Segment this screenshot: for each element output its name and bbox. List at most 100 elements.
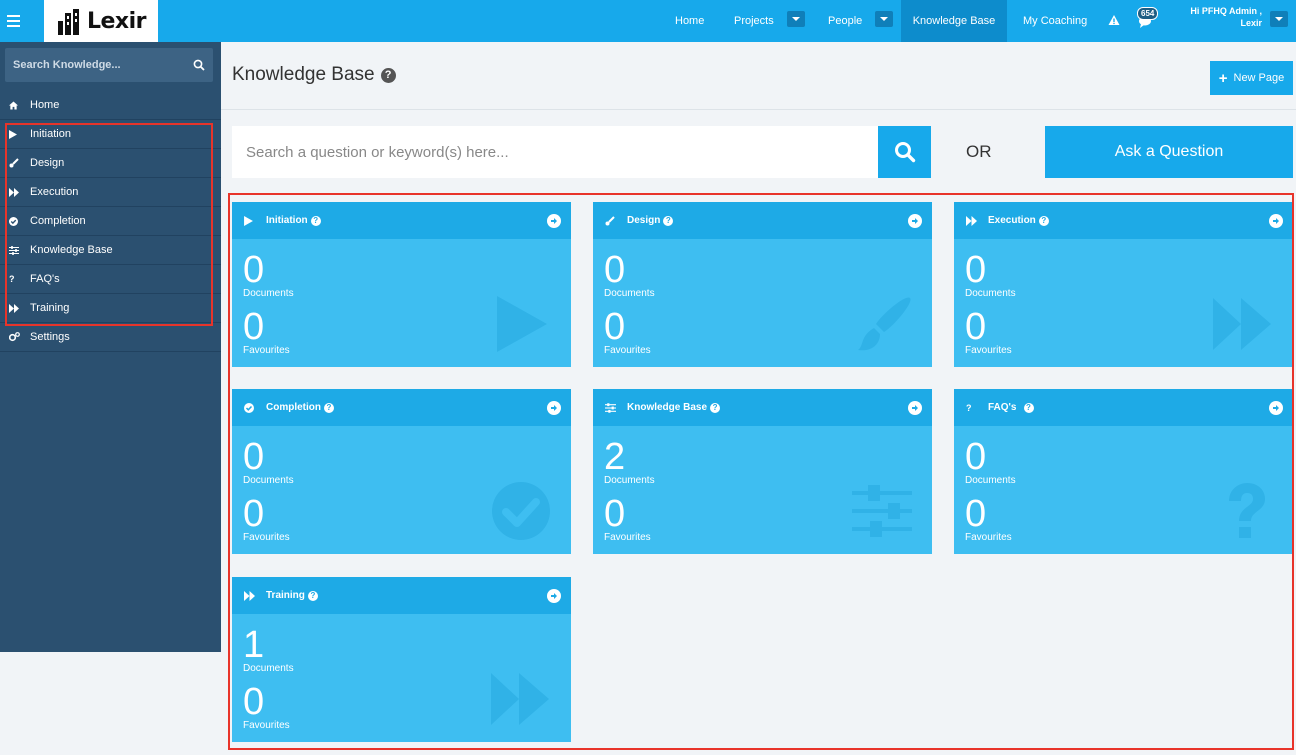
ask-question-button[interactable]: Ask a Question [1045, 126, 1293, 178]
nav-my-coaching[interactable]: My Coaching [1023, 0, 1087, 42]
hamburger-menu-icon[interactable] [0, 0, 26, 42]
play-icon [244, 215, 258, 226]
page-title: Knowledge Base ? [232, 64, 396, 86]
chevron-down-icon [1275, 17, 1283, 21]
card-initiation[interactable]: Initiation ? 0 Documents 0 Favourites [232, 202, 571, 367]
sidebar-item-knowledge-base[interactable]: Knowledge Base [0, 236, 221, 265]
arrow-right-icon[interactable] [547, 214, 561, 228]
sidebar-search-input[interactable] [13, 59, 183, 71]
or-separator: OR [966, 142, 992, 161]
check-circle-icon [492, 482, 550, 540]
sidebar-item-label: FAQ's [30, 273, 60, 285]
sidebar-item-settings[interactable]: Settings [0, 323, 221, 352]
card-title: Knowledge Base [627, 402, 708, 413]
sidebar-item-home[interactable]: Home [0, 91, 221, 120]
sliders-icon [852, 485, 912, 537]
warning-icon[interactable] [1108, 13, 1120, 31]
check-circle-icon [244, 402, 258, 413]
sliders-icon [9, 244, 22, 256]
sidebar-item-label: Settings [30, 331, 70, 343]
user-greeting[interactable]: Hi PFHQ Admin , Lexir [1170, 5, 1262, 29]
question-search-box [232, 126, 878, 178]
lexir-logo[interactable]: Lexir [44, 0, 158, 42]
card-title: Execution [988, 215, 1036, 226]
logo-text: Lexir [86, 8, 147, 34]
help-icon[interactable]: ? [1023, 402, 1034, 413]
question-icon: ? [966, 402, 972, 413]
arrow-right-icon[interactable] [908, 214, 922, 228]
sidebar-item-initiation[interactable]: Initiation [0, 120, 221, 149]
card-title: Training [266, 590, 305, 601]
card-completion[interactable]: Completion ? 0 Documents 0 Favourites [232, 389, 571, 554]
card-design[interactable]: Design ? 0 Documents 0 Favourites [593, 202, 932, 367]
nav-home[interactable]: Home [675, 0, 704, 42]
fast-forward-icon [9, 302, 22, 314]
brush-icon [858, 297, 911, 351]
documents-count: 1 [243, 624, 265, 666]
sidebar-item-label: Execution [30, 186, 79, 198]
help-icon[interactable]: ? [663, 215, 674, 226]
sidebar-nav-list: Home Initiation Design Execution Complet… [0, 91, 221, 352]
brush-icon [9, 157, 22, 169]
arrow-right-icon[interactable] [1269, 401, 1283, 415]
favourites-count: 0 [243, 306, 265, 348]
card-header[interactable]: Training ? [232, 577, 571, 614]
notification-badge[interactable]: 654 [1137, 7, 1159, 20]
documents-label: Documents [604, 475, 655, 486]
nav-projects[interactable]: Projects [734, 0, 774, 42]
help-icon[interactable]: ? [380, 67, 396, 83]
documents-label: Documents [965, 288, 1016, 299]
documents-label: Documents [243, 288, 294, 299]
sidebar-item-execution[interactable]: Execution [0, 178, 221, 207]
nav-people[interactable]: People [828, 0, 862, 42]
search-icon[interactable] [193, 59, 205, 71]
question-icon [1229, 483, 1265, 538]
favourites-label: Favourites [243, 345, 290, 356]
card-header[interactable]: Initiation ? [232, 202, 571, 239]
header-divider [221, 109, 1296, 110]
user-greeting-company: Lexir [1240, 18, 1262, 28]
sidebar-item-design[interactable]: Design [0, 149, 221, 178]
sliders-icon [605, 402, 619, 413]
arrow-right-icon[interactable] [908, 401, 922, 415]
chevron-down-icon [880, 17, 888, 21]
sidebar-item-completion[interactable]: Completion [0, 207, 221, 236]
arrow-right-icon[interactable] [1269, 214, 1283, 228]
card-header[interactable]: Design ? [593, 202, 932, 239]
nav-knowledge-base[interactable]: Knowledge Base [901, 0, 1007, 42]
sidebar-item-label: Design [30, 157, 65, 169]
home-icon [9, 99, 22, 111]
question-search-input[interactable] [246, 143, 866, 161]
new-page-button[interactable]: + New Page [1210, 61, 1293, 95]
card-header[interactable]: Execution ? [954, 202, 1293, 239]
documents-count: 0 [243, 436, 265, 478]
play-icon [9, 128, 22, 140]
projects-dropdown-button[interactable] [787, 11, 805, 27]
card-execution[interactable]: Execution ? 0 Documents 0 Favourites [954, 202, 1293, 367]
help-icon[interactable]: ? [1038, 215, 1049, 226]
question-search-button[interactable] [878, 126, 931, 178]
search-icon [894, 142, 915, 163]
card-title: FAQ's [988, 402, 1017, 413]
card-header[interactable]: ? FAQ's ? [954, 389, 1293, 426]
sidebar-item-training[interactable]: Training [0, 294, 221, 323]
card-knowledge-base[interactable]: Knowledge Base ? 2 Documents 0 Favourite… [593, 389, 932, 554]
card-faqs[interactable]: ? FAQ's ? 0 Documents 0 Favourites [954, 389, 1293, 554]
help-icon[interactable]: ? [310, 215, 321, 226]
help-icon[interactable]: ? [324, 402, 334, 413]
user-dropdown-button[interactable] [1270, 11, 1288, 27]
check-circle-icon [9, 215, 22, 227]
arrow-right-icon[interactable] [547, 589, 561, 603]
help-icon[interactable]: ? [307, 590, 318, 601]
card-training[interactable]: Training ? 1 Documents 0 Favourites [232, 577, 571, 742]
favourites-label: Favourites [243, 532, 290, 543]
sidebar-item-faqs[interactable]: ? FAQ's [0, 265, 221, 294]
fast-forward-icon [491, 673, 549, 725]
help-icon[interactable]: ? [710, 402, 721, 413]
card-header[interactable]: Knowledge Base ? [593, 389, 932, 426]
card-header[interactable]: Completion ? [232, 389, 571, 426]
arrow-right-icon[interactable] [547, 401, 561, 415]
people-dropdown-button[interactable] [875, 11, 893, 27]
documents-count: 2 [604, 436, 626, 478]
documents-label: Documents [965, 475, 1016, 486]
